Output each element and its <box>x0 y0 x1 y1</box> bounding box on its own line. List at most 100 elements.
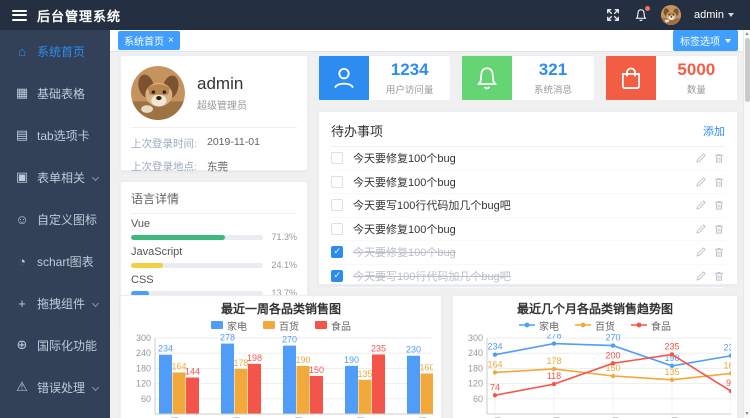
delete-icon[interactable] <box>713 152 725 164</box>
table-icon: ▦ <box>14 85 30 101</box>
todo-checkbox[interactable] <box>331 223 343 235</box>
last-login-time-row: 上次登录时间: 2019-11-01 <box>131 136 297 151</box>
avatar <box>131 66 185 120</box>
svg-text:300: 300 <box>136 334 151 343</box>
sidebar-item[interactable]: ▣表单相关 <box>0 156 110 198</box>
edit-icon[interactable] <box>695 246 707 258</box>
svg-text:160: 160 <box>723 360 731 370</box>
stat-label: 数量 <box>687 82 706 96</box>
sidebar-item[interactable]: ▦基础表格 <box>0 72 110 114</box>
tag-options-button[interactable]: 标签选项 <box>673 30 738 51</box>
bell-icon <box>462 56 512 100</box>
svg-text:278: 278 <box>220 334 235 343</box>
scroll-down-icon[interactable]: ▼ <box>745 410 750 418</box>
stat-value: 321 <box>539 60 567 80</box>
svg-text:60: 60 <box>473 394 483 404</box>
form-icon: ▣ <box>14 169 30 185</box>
svg-text:270: 270 <box>605 334 620 343</box>
svg-text:270: 270 <box>282 335 297 345</box>
todo-item: 今天要写100行代码加几个bug吧 <box>331 265 725 289</box>
todo-text: 今天要写100行代码加几个bug吧 <box>353 197 511 213</box>
sidebar-item[interactable]: ⌂系统首页 <box>0 30 110 72</box>
todo-title: 待办事项 <box>331 121 383 140</box>
todo-list: 今天要修复100个bug 今天要修复100个bug 今天要写100行代码加几个bug… <box>331 147 725 288</box>
language-row: Vue71.3% <box>131 218 297 242</box>
tab-label: 系统首页 <box>124 33 164 48</box>
close-icon[interactable]: × <box>168 36 174 46</box>
sidebar-item-label: 错误处理 <box>37 379 85 396</box>
svg-text:198: 198 <box>247 353 262 363</box>
delete-icon[interactable] <box>713 270 725 282</box>
svg-text:235: 235 <box>371 343 386 353</box>
add-todo-button[interactable]: 添加 <box>703 123 725 139</box>
chevron-down-icon <box>728 13 734 17</box>
edit-icon[interactable] <box>695 270 707 282</box>
svg-text:160: 160 <box>419 362 433 372</box>
username: admin <box>694 9 724 21</box>
legend-item: 家电 <box>519 318 559 333</box>
notification-bell-icon[interactable] <box>633 8 648 23</box>
todo-text: 今天要修复100个bug <box>353 221 456 237</box>
edit-icon[interactable] <box>695 199 707 211</box>
profile-card: admin 超级管理员 上次登录时间: 2019-11-01 上次登录地点: 东… <box>120 55 308 171</box>
chart-icon: ◔ <box>14 254 30 269</box>
svg-text:278: 278 <box>546 334 561 341</box>
svg-text:180: 180 <box>468 363 483 373</box>
svg-text:60: 60 <box>141 394 151 404</box>
home-icon: ⌂ <box>14 44 30 59</box>
bag-icon <box>606 56 656 100</box>
edit-icon[interactable] <box>695 152 707 164</box>
svg-text:144: 144 <box>185 367 200 377</box>
todo-checkbox[interactable] <box>331 152 343 164</box>
svg-text:200: 200 <box>605 350 620 360</box>
delete-icon[interactable] <box>713 223 725 235</box>
dashboard-content: admin 超级管理员 上次登录时间: 2019-11-01 上次登录地点: 东… <box>110 52 750 418</box>
sidebar-item[interactable]: ☺自定义图标 <box>0 198 110 240</box>
todo-checkbox[interactable] <box>331 176 343 188</box>
edit-icon[interactable] <box>695 176 707 188</box>
sidebar-item[interactable]: ♥支持作者 <box>0 408 110 418</box>
chevron-down-icon <box>725 39 731 43</box>
menu-toggle-icon[interactable] <box>12 7 27 23</box>
fullscreen-icon[interactable] <box>605 8 620 23</box>
user-menu[interactable]: admin <box>694 9 734 21</box>
chevron-down-icon <box>92 173 99 180</box>
svg-text:135: 135 <box>664 367 679 377</box>
svg-text:120: 120 <box>136 379 151 389</box>
scroll-up-icon[interactable]: ▲ <box>745 30 750 38</box>
custom-icon: ☺ <box>14 212 30 227</box>
todo-checkbox[interactable] <box>331 199 343 211</box>
sidebar-item[interactable]: ⚠错误处理 <box>0 366 110 408</box>
sidebar-item[interactable]: ▤tab选项卡 <box>0 114 110 156</box>
scrollbar-thumb[interactable] <box>745 38 750 102</box>
stat-label: 用户访问量 <box>386 82 434 96</box>
language-card-title: 语言详情 <box>131 190 297 214</box>
todo-item: 今天要修复100个bug <box>331 218 725 242</box>
svg-text:300: 300 <box>468 334 483 343</box>
delete-icon[interactable] <box>713 199 725 211</box>
tabs-icon: ▤ <box>14 127 30 143</box>
svg-text:234: 234 <box>158 344 173 354</box>
top-header: 后台管理系统 admin <box>0 0 750 30</box>
tab-home[interactable]: 系统首页 × <box>118 31 180 50</box>
sidebar-item-label: 国际化功能 <box>37 337 97 354</box>
svg-text:240: 240 <box>468 348 483 358</box>
svg-text:234: 234 <box>487 342 502 352</box>
todo-checkbox[interactable] <box>331 246 343 258</box>
scrollbar[interactable]: ▲ ▼ <box>743 30 750 418</box>
legend-item: 百货 <box>575 318 615 333</box>
todo-checkbox[interactable] <box>331 270 343 282</box>
delete-icon[interactable] <box>713 176 725 188</box>
sidebar-item[interactable]: +拖拽组件 <box>0 282 110 324</box>
delete-icon[interactable] <box>713 246 725 258</box>
edit-icon[interactable] <box>695 223 707 235</box>
legend-item: 家电 <box>211 318 247 333</box>
sidebar-item[interactable]: ◔schart图表 <box>0 240 110 282</box>
svg-text:230: 230 <box>406 345 421 355</box>
sidebar-item[interactable]: ⊕国际化功能 <box>0 324 110 366</box>
profile-role: 超级管理员 <box>197 97 247 112</box>
sidebar-item-label: 拖拽组件 <box>37 295 85 312</box>
language-name: CSS <box>131 274 297 286</box>
todo-item: 今天要修复100个bug <box>331 171 725 195</box>
header-avatar[interactable] <box>661 5 681 25</box>
